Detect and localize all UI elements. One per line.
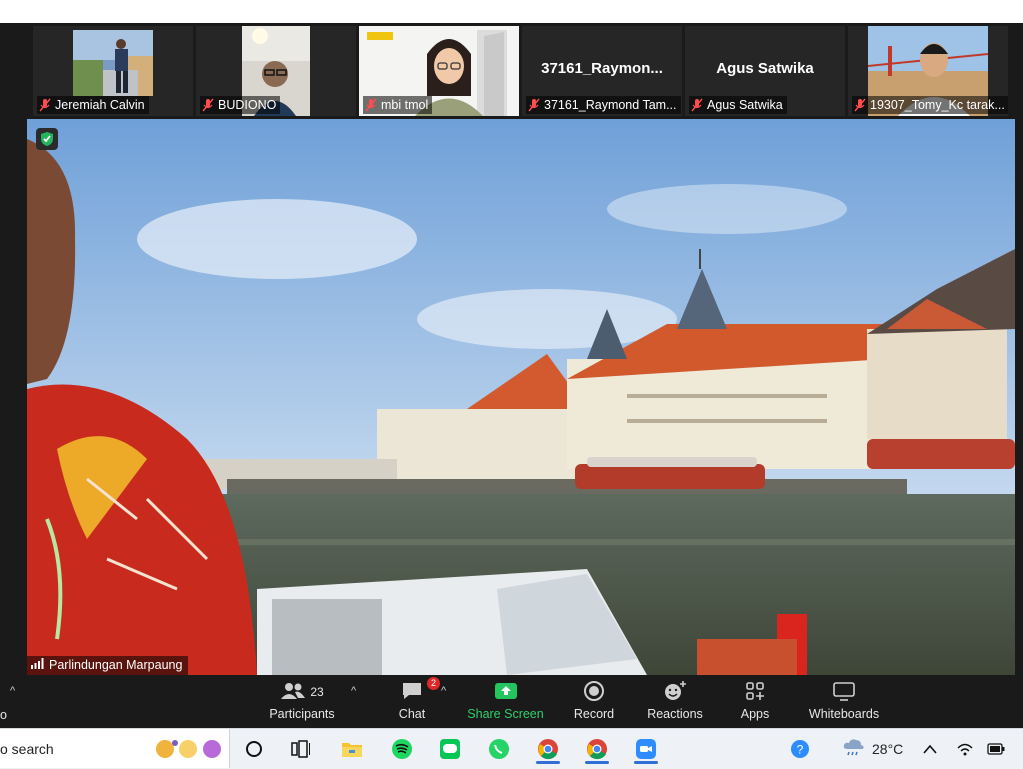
search-highlight-icon xyxy=(155,738,225,763)
apps-button[interactable]: Apps xyxy=(735,678,775,726)
participants-icon xyxy=(280,682,306,703)
chevron-up-icon[interactable]: ^ xyxy=(10,685,15,697)
chrome-icon[interactable] xyxy=(530,733,566,764)
participant-name-label: 37161_Raymond Tam... xyxy=(526,96,681,114)
wifi-icon[interactable] xyxy=(957,729,973,768)
battery-icon[interactable] xyxy=(987,729,1005,768)
temperature-label: 28°C xyxy=(872,740,904,757)
chat-button[interactable]: 2 Chat xyxy=(390,677,440,726)
participant-display-name: Agus Satwika xyxy=(716,60,814,77)
chrome-profile-icon[interactable] xyxy=(579,733,615,764)
top-margin xyxy=(0,0,1023,23)
chat-unread-badge: 2 xyxy=(427,677,440,690)
cortana-icon[interactable] xyxy=(236,733,272,764)
mic-muted-icon xyxy=(854,98,866,112)
mic-muted-icon xyxy=(365,98,377,112)
svg-text:?: ? xyxy=(797,742,804,756)
chat-label: Chat xyxy=(398,707,426,721)
whiteboards-label: Whiteboards xyxy=(808,707,880,721)
participants-label: Participants xyxy=(269,707,335,721)
mic-muted-icon xyxy=(202,98,214,112)
participant-tile[interactable]: BUDIONO xyxy=(196,26,356,116)
chat-chevron-icon[interactable]: ^ xyxy=(441,685,446,697)
participants-button[interactable]: 23 Participants xyxy=(268,678,336,726)
apps-label: Apps xyxy=(740,707,770,721)
participant-display-name: 37161_Raymon... xyxy=(541,60,663,77)
share-screen-button[interactable]: Share Screen xyxy=(467,678,544,726)
active-speaker-video[interactable] xyxy=(27,119,1015,675)
participant-name-label: BUDIONO xyxy=(200,96,281,114)
share-screen-icon xyxy=(494,682,518,703)
whiteboard-icon xyxy=(833,681,855,704)
participant-name-label: mbi tmol xyxy=(363,96,433,114)
taskbar-search-box[interactable]: o search xyxy=(0,729,230,768)
record-icon xyxy=(583,680,605,705)
video-frame xyxy=(27,119,1015,675)
mic-muted-icon xyxy=(39,98,51,112)
mic-muted-icon xyxy=(691,98,703,112)
active-speaker-name: Parlindungan Marpaung xyxy=(27,656,189,675)
weather-widget[interactable]: 28°C xyxy=(842,729,903,768)
mic-muted-icon xyxy=(528,98,540,112)
cloud-rain-icon xyxy=(842,737,866,760)
reactions-label: Reactions xyxy=(647,707,703,721)
apps-icon xyxy=(745,681,765,704)
spotify-icon[interactable] xyxy=(384,733,420,764)
participant-name-label: 19307_Tomy_Kc tarak... xyxy=(852,96,1008,114)
line-icon[interactable] xyxy=(432,733,468,764)
share-screen-label: Share Screen xyxy=(467,707,544,721)
whatsapp-icon[interactable] xyxy=(481,733,517,764)
participant-name-label: Agus Satwika xyxy=(689,96,787,114)
whiteboards-button[interactable]: Whiteboards xyxy=(806,678,882,726)
task-view-icon[interactable] xyxy=(283,733,319,764)
record-button[interactable]: Record xyxy=(570,678,618,726)
reactions-button[interactable]: Reactions xyxy=(645,678,705,726)
toolbar-partial-label: o xyxy=(0,708,7,722)
tray-chevron-icon[interactable] xyxy=(922,729,938,768)
zoom-icon[interactable] xyxy=(628,733,664,764)
record-label: Record xyxy=(573,707,615,721)
participant-tile[interactable]: 37161_Raymon... 37161_Raymond Tam... xyxy=(522,26,682,116)
search-placeholder: o search xyxy=(0,740,54,757)
participants-chevron-icon[interactable]: ^ xyxy=(351,685,356,697)
emoji-plus-icon xyxy=(663,680,687,705)
participant-tile[interactable]: Jeremiah Calvin xyxy=(33,26,193,116)
help-icon[interactable]: ? xyxy=(790,729,810,768)
encryption-shield-icon[interactable] xyxy=(36,128,58,150)
participants-count: 23 xyxy=(310,685,324,699)
participant-tile[interactable]: 19307_Tomy_Kc tarak... xyxy=(848,26,1008,116)
participant-name-label: Jeremiah Calvin xyxy=(37,96,149,114)
file-explorer-icon[interactable] xyxy=(334,733,370,764)
chat-icon xyxy=(401,681,423,704)
signal-bars-icon xyxy=(31,656,44,675)
participant-tile[interactable]: Agus Satwika Agus Satwika xyxy=(685,26,845,116)
participant-tile[interactable]: mbi tmol xyxy=(359,26,519,116)
